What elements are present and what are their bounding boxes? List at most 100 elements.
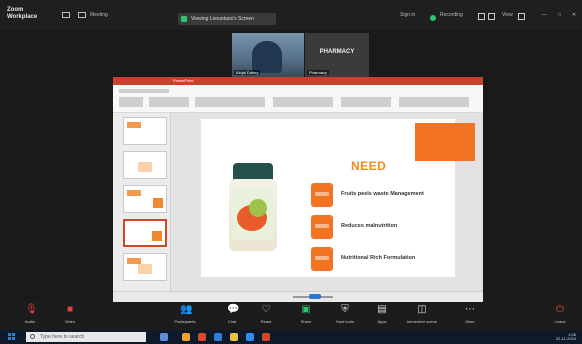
powerpoint-app-icon[interactable]	[262, 333, 270, 341]
slide-editor: NEED Fruits peels waste Management Reduc…	[171, 113, 483, 291]
zoom-top-bar: Zoom Workplace Meeting Viewing Lonuotaos…	[0, 0, 582, 30]
search-icon	[30, 334, 35, 339]
need-item-text: Nutritional Rich Formulation	[341, 255, 416, 261]
powerpoint-status-bar	[113, 291, 483, 302]
slide-thumbnail[interactable]	[123, 151, 167, 179]
ribbon-group[interactable]	[195, 97, 265, 107]
bullet-icon	[311, 183, 333, 207]
host-tools-button[interactable]: ⛨ Host tools	[325, 304, 365, 325]
gallery-icon[interactable]	[478, 13, 485, 20]
folder-icon[interactable]	[230, 333, 238, 341]
search-placeholder: Type here to search	[40, 334, 85, 340]
more-button[interactable]: ⋯ More	[450, 304, 490, 325]
screen-share-label: Viewing Lonuotaos's Screen	[191, 16, 254, 22]
chrome-icon[interactable]	[198, 333, 206, 341]
powerpoint-ribbon	[113, 85, 483, 113]
slide-thumbnail[interactable]	[123, 117, 167, 145]
video-button[interactable]: ■ Video	[50, 304, 90, 325]
zoom-brand-logo: Zoom Workplace	[7, 7, 38, 20]
slide-thumbnail[interactable]	[123, 253, 167, 281]
chevron-icon[interactable]	[62, 12, 70, 18]
ribbon-group[interactable]	[399, 97, 469, 107]
recording-icon	[430, 15, 436, 21]
ribbon-tabs[interactable]	[119, 89, 169, 93]
sign-in-label: Sign in	[400, 12, 416, 18]
ribbon-group[interactable]	[149, 97, 189, 107]
close-icon[interactable]: ✕	[572, 12, 576, 18]
bullet-icon	[311, 215, 333, 239]
video-off-icon: ■	[66, 304, 74, 315]
participant-figure	[252, 41, 282, 73]
file-explorer-icon[interactable]	[182, 333, 190, 341]
slide-heading: NEED	[351, 159, 387, 173]
zoom-app-icon[interactable]	[246, 333, 254, 341]
ribbon-group[interactable]	[273, 97, 333, 107]
react-icon: ♡	[261, 304, 271, 315]
participant-video-2[interactable]: PHARMACY Pharmacy	[305, 33, 369, 77]
shared-screen: PowerPoint NEED Fruits peels waste Manag…	[113, 77, 483, 302]
control-label: Leave	[554, 319, 566, 324]
share-icon: ▣	[301, 304, 311, 315]
participants-button[interactable]: 👥 Participants	[165, 304, 205, 325]
participants-icon: 👥	[180, 304, 193, 315]
control-label: More	[465, 319, 475, 324]
edge-icon[interactable]	[214, 333, 222, 341]
apps-button[interactable]: ▤ Apps	[362, 304, 402, 325]
recording-label[interactable]: Recording	[440, 12, 463, 18]
react-button[interactable]: ♡ React	[246, 304, 286, 325]
immersive-button[interactable]: ◫ Immersive scene	[402, 304, 442, 325]
need-item-text: Reduces malnutrition	[341, 223, 398, 229]
host-tools-icon: ⛨	[341, 304, 349, 315]
zoom-slider-knob[interactable]	[309, 294, 321, 299]
view-button[interactable]: View	[502, 12, 513, 18]
participant-video-1[interactable]: Kinjal Dubey	[232, 33, 304, 77]
current-slide[interactable]: NEED Fruits peels waste Management Reduc…	[201, 119, 475, 277]
powerpoint-title: PowerPoint	[173, 78, 194, 83]
minimize-icon[interactable]: —	[542, 12, 547, 18]
immersive-icon: ◫	[417, 304, 427, 315]
more-icon: ⋯	[465, 304, 475, 315]
slide-thumbnails-pane	[113, 113, 171, 291]
participant-name: Pharmacy	[307, 70, 330, 75]
need-item-text: Fruits peels waste Management	[341, 191, 424, 197]
apps-icon: ▤	[377, 304, 387, 315]
bullet-icon	[311, 247, 333, 271]
participant-name: Kinjal Dubey	[234, 70, 261, 75]
maximize-icon[interactable]: □	[558, 12, 561, 18]
shield-icon	[181, 16, 187, 22]
leave-icon: ⏻	[556, 304, 564, 315]
ribbon-group[interactable]	[119, 97, 143, 107]
decor-block	[415, 123, 475, 161]
control-label: Participants	[174, 319, 196, 324]
control-label: Host tools	[336, 319, 354, 324]
control-label: Apps	[377, 319, 387, 324]
ribbon-group[interactable]	[341, 97, 391, 107]
chat-icon: 💬	[227, 304, 240, 315]
product-jar-image	[229, 163, 277, 251]
view-grid-icon[interactable]	[518, 13, 525, 20]
meeting-tab-icon[interactable]	[78, 12, 86, 18]
windows-taskbar: Type here to search 1:06 22-11-2024	[0, 330, 582, 344]
control-label: Video	[64, 319, 76, 324]
screen-share-indicator[interactable]: Viewing Lonuotaos's Screen	[178, 13, 276, 25]
meeting-tab[interactable]: Meeting	[90, 12, 108, 18]
windows-start-icon[interactable]	[8, 333, 16, 341]
leave-button[interactable]: ⏻ Leave	[540, 304, 580, 325]
task-view-icon[interactable]	[160, 333, 168, 341]
speaker-icon[interactable]	[488, 13, 495, 20]
control-label: Immersive scene	[406, 319, 438, 324]
participant-name-display: PHARMACY	[319, 49, 355, 55]
powerpoint-title-bar: PowerPoint	[113, 77, 483, 85]
control-label: React	[260, 319, 272, 324]
share-button[interactable]: ▣ Share	[286, 304, 326, 325]
microphone-muted-icon: 🎙	[25, 304, 38, 315]
control-label: Share	[300, 319, 312, 324]
audio-button[interactable]: 🎙 Audio	[10, 304, 50, 325]
clock-date: 22-11-2024	[555, 336, 576, 341]
slide-thumbnail-selected[interactable]	[123, 219, 167, 247]
control-label: Audio	[24, 319, 36, 324]
meeting-controls: 🎙 Audio ■ Video 👥 Participants 💬 Chat ♡ …	[0, 302, 582, 330]
taskbar-search[interactable]: Type here to search	[26, 332, 146, 342]
slide-thumbnail[interactable]	[123, 185, 167, 213]
taskbar-clock[interactable]: 1:06 22-11-2024	[556, 333, 576, 341]
